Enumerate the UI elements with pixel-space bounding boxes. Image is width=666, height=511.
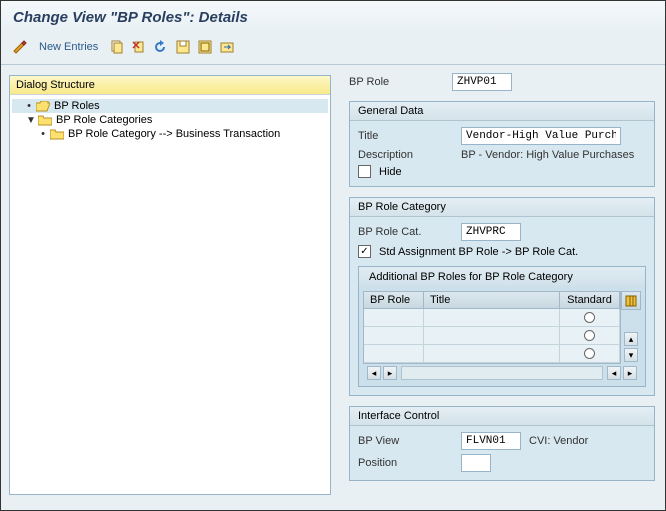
radio-button[interactable] — [584, 312, 595, 323]
scroll-right-button[interactable]: ▸ — [383, 366, 397, 380]
hide-checkbox[interactable] — [358, 165, 371, 178]
additional-roles-title: Additional BP Roles for BP Role Category — [359, 267, 645, 287]
tree: • BP Roles ▼ BP Role Categories • BP Rol… — [10, 95, 330, 145]
interface-control-title: Interface Control — [350, 407, 654, 426]
new-entries-button[interactable]: New Entries — [39, 41, 98, 53]
toggle-edit-icon[interactable] — [11, 38, 29, 56]
tree-node-bp-role-categories[interactable]: ▼ BP Role Categories — [12, 113, 328, 127]
tree-label: BP Role Category --> Business Transactio… — [68, 128, 280, 140]
copy-icon[interactable] — [108, 38, 126, 56]
bp-role-row: BP Role — [349, 73, 655, 91]
tree-node-bp-role-cat-bt[interactable]: • BP Role Category --> Business Transact… — [12, 127, 328, 141]
configure-columns-icon[interactable] — [621, 291, 641, 310]
scroll-left-button[interactable]: ◂ — [367, 366, 381, 380]
general-data-group: General Data Title Description BP - Vend… — [349, 101, 655, 187]
tree-label: BP Roles — [54, 100, 100, 112]
description-label: Description — [358, 149, 453, 161]
additional-roles-grid: BP Role Title Standard — [363, 291, 641, 382]
transport-icon[interactable] — [218, 38, 236, 56]
bp-view-text: CVI: Vendor — [529, 435, 588, 447]
scroll-right-button-2[interactable]: ▸ — [623, 366, 637, 380]
tree-label: BP Role Categories — [56, 114, 152, 126]
grid-header-standard[interactable]: Standard — [560, 292, 620, 308]
folder-open-icon — [36, 101, 50, 112]
page-title: Change View "BP Roles": Details — [1, 1, 665, 34]
table-row[interactable] — [364, 327, 620, 345]
toolbar: New Entries — [1, 34, 665, 65]
title-label: Title — [358, 130, 453, 142]
bullet-icon: • — [40, 128, 46, 140]
radio-button[interactable] — [584, 330, 595, 341]
position-input[interactable] — [461, 454, 491, 472]
position-label: Position — [358, 457, 453, 469]
bp-view-label: BP View — [358, 435, 453, 447]
bp-role-label: BP Role — [349, 76, 444, 88]
bp-role-category-title: BP Role Category — [350, 198, 654, 217]
title-input[interactable] — [461, 127, 621, 145]
scroll-left-button-2[interactable]: ◂ — [607, 366, 621, 380]
std-assignment-label: Std Assignment BP Role -> BP Role Cat. — [379, 246, 578, 258]
bp-view-input[interactable] — [461, 432, 521, 450]
save-icon[interactable] — [174, 38, 192, 56]
bp-role-input[interactable] — [452, 73, 512, 91]
bp-role-cat-label: BP Role Cat. — [358, 226, 453, 238]
delete-icon[interactable] — [130, 38, 148, 56]
additional-roles-panel: Additional BP Roles for BP Role Category… — [358, 266, 646, 387]
scroll-track[interactable] — [401, 366, 603, 380]
scroll-up-button[interactable]: ▴ — [624, 332, 638, 346]
interface-control-group: Interface Control BP View CVI: Vendor Po… — [349, 406, 655, 481]
grid-header-title[interactable]: Title — [424, 292, 560, 308]
radio-button[interactable] — [584, 348, 595, 359]
bp-role-category-group: BP Role Category BP Role Cat. ✓ Std Assi… — [349, 197, 655, 396]
general-data-title: General Data — [350, 102, 654, 121]
table-row[interactable] — [364, 309, 620, 327]
table-row[interactable] — [364, 345, 620, 363]
select-all-icon[interactable] — [196, 38, 214, 56]
folder-icon — [50, 129, 64, 140]
bullet-icon: • — [26, 100, 32, 112]
hide-label: Hide — [379, 166, 402, 178]
dialog-structure-panel: Dialog Structure • BP Roles ▼ BP Role Ca… — [9, 75, 331, 495]
std-assignment-checkbox[interactable]: ✓ — [358, 245, 371, 258]
undo-icon[interactable] — [152, 38, 170, 56]
caret-down-icon: ▼ — [26, 115, 34, 126]
tree-node-bp-roles[interactable]: • BP Roles — [12, 99, 328, 113]
description-value: BP - Vendor: High Value Purchases — [461, 149, 634, 161]
dialog-structure-header: Dialog Structure — [10, 76, 330, 95]
folder-icon — [38, 115, 52, 126]
scroll-down-button[interactable]: ▾ — [624, 348, 638, 362]
grid-header-bp-role[interactable]: BP Role — [364, 292, 424, 308]
bp-role-cat-input[interactable] — [461, 223, 521, 241]
